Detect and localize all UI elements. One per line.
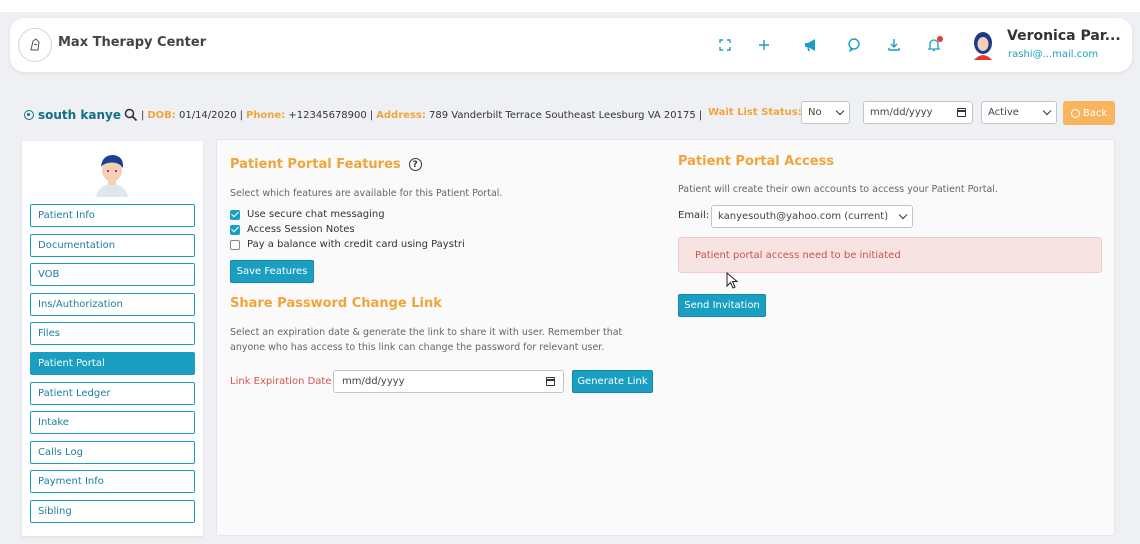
sidebar-item-documentation[interactable]: Documentation	[30, 234, 195, 257]
sidebar-item-payment-info[interactable]: Payment Info	[30, 470, 195, 493]
chat-icon[interactable]	[844, 35, 864, 55]
date-filter-input[interactable]: mm/dd/yyyy	[863, 101, 973, 124]
patient-info-bar: south kanye | DOB: 01/14/2020 | Phone: +…	[24, 108, 705, 122]
back-button[interactable]: Back	[1063, 101, 1115, 125]
checkbox-unchecked[interactable]	[230, 239, 240, 250]
separator: |	[239, 109, 243, 121]
email-select[interactable]: kanyesouth@yahoo.com (current)	[711, 205, 913, 228]
sidebar-item-label: Patient Info	[38, 210, 95, 221]
patient-avatar	[88, 149, 136, 197]
sidebar-item-label: Payment Info	[38, 476, 104, 487]
fullscreen-icon[interactable]	[715, 35, 735, 55]
share-description-line: Select an expiration date & generate the…	[230, 327, 623, 338]
phone-label: Phone:	[245, 109, 286, 121]
top-header: Max Therapy Center Veronica Par... rashi…	[10, 18, 1132, 72]
plus-icon[interactable]	[754, 35, 774, 55]
features-description: Select which features are available for …	[230, 188, 503, 199]
sidebar-item-patient-info[interactable]: Patient Info	[30, 204, 195, 227]
help-icon[interactable]: ?	[408, 158, 422, 171]
sidebar-item-label: Files	[38, 328, 60, 339]
share-title: Share Password Change Link	[230, 296, 442, 311]
option-label: Access Session Notes	[247, 224, 355, 235]
megaphone-icon[interactable]	[801, 35, 821, 55]
chevron-down-icon	[898, 210, 908, 220]
address-value: 789 Vanderbilt Terrace Southeast Leesbur…	[429, 109, 696, 121]
mouse-cursor-icon	[726, 272, 739, 289]
sidebar-item-label: Sibling	[38, 506, 72, 517]
save-features-button[interactable]: Save Features	[230, 260, 314, 283]
sidebar-item-label: Ins/Authorization	[38, 299, 123, 310]
portal-access-alert: Patient portal access need to be initiat…	[678, 237, 1102, 273]
checkbox-checked[interactable]	[230, 224, 240, 235]
features-title: Patient Portal Features?	[230, 157, 422, 172]
separator: |	[698, 109, 703, 121]
sidebar-item-label: Intake	[38, 417, 69, 428]
sidebar-item-calls-log[interactable]: Calls Log	[30, 441, 195, 464]
target-icon	[24, 110, 34, 120]
sidebar-item-label: Documentation	[38, 240, 116, 251]
sidebar-item-patient-portal[interactable]: Patient Portal	[30, 352, 195, 375]
sidebar: Patient Info Documentation VOB Ins/Autho…	[22, 141, 203, 536]
send-invitation-button[interactable]: Send Invitation	[678, 294, 766, 317]
option-label: Use secure chat messaging	[247, 209, 385, 220]
chevron-down-icon	[835, 106, 845, 116]
option-label: Pay a balance with credit card using Pay…	[247, 239, 465, 250]
calendar-icon[interactable]	[546, 377, 555, 386]
features-title-text: Patient Portal Features	[230, 157, 401, 172]
dob-label: DOB:	[147, 109, 176, 121]
sidebar-item-ins-authorization[interactable]: Ins/Authorization	[30, 293, 195, 316]
access-description: Patient will create their own accounts t…	[678, 184, 998, 195]
app-logo[interactable]	[18, 28, 52, 62]
access-title: Patient Portal Access	[678, 154, 835, 169]
sidebar-item-label: Patient Ledger	[38, 388, 111, 399]
link-expiration-input[interactable]: mm/dd/yyyy	[333, 370, 564, 393]
wait-list-label: Wait List Status:	[708, 107, 802, 118]
sidebar-item-label: Patient Portal	[38, 358, 105, 369]
user-name[interactable]: Veronica Par...	[1007, 28, 1121, 44]
bell-icon[interactable]	[924, 35, 944, 55]
feature-option-pay[interactable]: Pay a balance with credit card using Pay…	[230, 239, 465, 250]
sidebar-item-label: Calls Log	[38, 447, 83, 458]
chevron-down-icon	[1042, 106, 1052, 116]
patient-name: south kanye	[38, 108, 121, 122]
link-expiration-label: Link Expiration Date	[230, 376, 332, 387]
share-description: Select an expiration date & generate the…	[230, 325, 622, 355]
sidebar-item-patient-ledger[interactable]: Patient Ledger	[30, 382, 195, 405]
wait-list-value: No	[808, 107, 822, 118]
separator: |	[369, 109, 374, 121]
app-title: Max Therapy Center	[58, 35, 207, 50]
feature-option-chat[interactable]: Use secure chat messaging	[230, 209, 385, 220]
status-select[interactable]: Active	[981, 101, 1057, 124]
notification-dot	[937, 36, 943, 42]
sidebar-item-sibling[interactable]: Sibling	[30, 500, 195, 523]
download-icon[interactable]	[884, 35, 904, 55]
dob-value: 01/14/2020	[178, 109, 237, 121]
share-description-line: anyone who has access to this link can c…	[230, 342, 605, 353]
date-placeholder: mm/dd/yyyy	[870, 107, 933, 118]
feature-option-notes[interactable]: Access Session Notes	[230, 224, 355, 235]
checkbox-checked[interactable]	[230, 209, 240, 220]
back-label: Back	[1082, 107, 1108, 119]
back-icon	[1070, 108, 1080, 118]
separator: |	[140, 109, 145, 121]
search-icon[interactable]	[124, 108, 138, 122]
user-avatar[interactable]	[970, 30, 996, 60]
user-email: rashi@...mail.com	[1008, 49, 1099, 60]
phone-value: +12345678900	[288, 109, 367, 121]
address-label: Address:	[376, 109, 426, 121]
sidebar-item-intake[interactable]: Intake	[30, 411, 195, 434]
status-value: Active	[988, 107, 1019, 118]
sidebar-item-vob[interactable]: VOB	[30, 263, 195, 286]
sidebar-item-files[interactable]: Files	[30, 322, 195, 345]
calendar-icon[interactable]	[957, 108, 966, 117]
logo-icon	[30, 38, 40, 51]
sidebar-item-label: VOB	[38, 269, 60, 280]
generate-link-button[interactable]: Generate Link	[572, 370, 653, 393]
date-placeholder: mm/dd/yyyy	[342, 376, 405, 387]
wait-list-select[interactable]: No	[801, 101, 850, 124]
email-label: Email:	[678, 210, 710, 221]
email-value: kanyesouth@yahoo.com (current)	[718, 211, 889, 222]
